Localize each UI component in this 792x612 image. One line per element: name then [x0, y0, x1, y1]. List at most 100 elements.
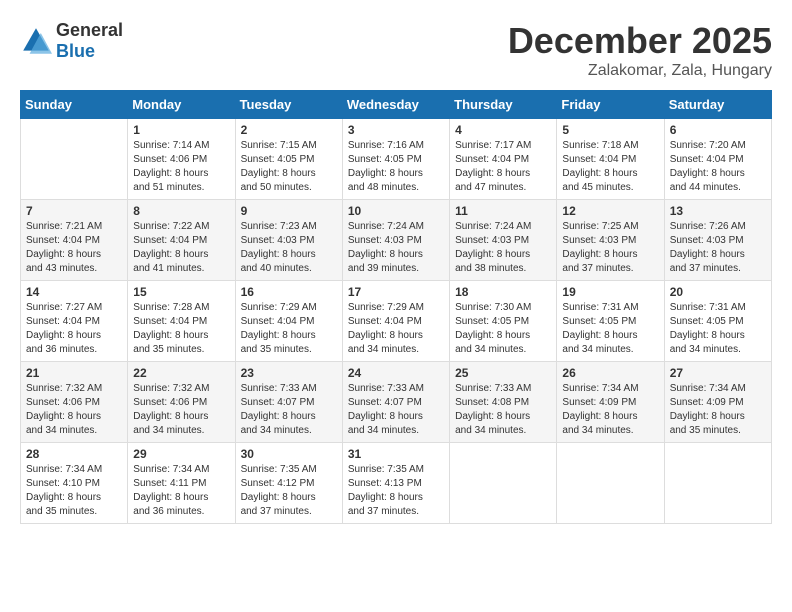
calendar-cell	[21, 119, 128, 200]
day-number: 15	[133, 285, 229, 299]
calendar-cell: 12 Sunrise: 7:25 AMSunset: 4:03 PMDayligh…	[557, 200, 664, 281]
calendar-cell: 4 Sunrise: 7:17 AMSunset: 4:04 PMDaylight…	[450, 119, 557, 200]
calendar-cell: 3 Sunrise: 7:16 AMSunset: 4:05 PMDaylight…	[342, 119, 449, 200]
calendar-cell	[664, 443, 771, 524]
week-row-4: 28 Sunrise: 7:34 AMSunset: 4:10 PMDayligh…	[21, 443, 772, 524]
weekday-header-row: SundayMondayTuesdayWednesdayThursdayFrid…	[21, 91, 772, 119]
weekday-wednesday: Wednesday	[342, 91, 449, 119]
day-info: Sunrise: 7:34 AMSunset: 4:09 PMDaylight:…	[670, 382, 766, 438]
calendar-cell: 18 Sunrise: 7:30 AMSunset: 4:05 PMDayligh…	[450, 281, 557, 362]
calendar-cell: 20Sunrise: 7:31 AMSunset: 4:05 PMDayligh…	[664, 281, 771, 362]
day-info: Sunrise: 7:28 AMSunset: 4:04 PMDaylight:…	[133, 301, 229, 357]
day-number: 8	[133, 204, 229, 218]
day-number: 31	[348, 447, 444, 461]
week-row-3: 21Sunrise: 7:32 AMSunset: 4:06 PMDayligh…	[21, 362, 772, 443]
calendar-cell: 24Sunrise: 7:33 AMSunset: 4:07 PMDayligh…	[342, 362, 449, 443]
weekday-friday: Friday	[557, 91, 664, 119]
day-info: Sunrise: 7:29 AMSunset: 4:04 PMDaylight:…	[348, 301, 444, 357]
logo-icon	[20, 25, 52, 57]
weekday-thursday: Thursday	[450, 91, 557, 119]
calendar-cell: 2 Sunrise: 7:15 AMSunset: 4:05 PMDaylight…	[235, 119, 342, 200]
day-info: Sunrise: 7:25 AMSunset: 4:03 PMDaylight:…	[562, 220, 658, 276]
day-info: Sunrise: 7:32 AMSunset: 4:06 PMDaylight:…	[26, 382, 122, 438]
day-info: Sunrise: 7:34 AMSunset: 4:10 PMDaylight:…	[26, 463, 122, 519]
day-number: 2	[241, 123, 337, 137]
day-info: Sunrise: 7:17 AMSunset: 4:04 PMDaylight:…	[455, 139, 551, 195]
calendar-cell: 17 Sunrise: 7:29 AMSunset: 4:04 PMDayligh…	[342, 281, 449, 362]
calendar-cell: 15 Sunrise: 7:28 AMSunset: 4:04 PMDayligh…	[128, 281, 235, 362]
day-info: Sunrise: 7:24 AMSunset: 4:03 PMDaylight:…	[455, 220, 551, 276]
day-info: Sunrise: 7:23 AMSunset: 4:03 PMDaylight:…	[241, 220, 337, 276]
day-number: 26	[562, 366, 658, 380]
day-info: Sunrise: 7:31 AMSunset: 4:05 PMDaylight:…	[562, 301, 658, 357]
calendar-cell: 6 Sunrise: 7:20 AMSunset: 4:04 PMDaylight…	[664, 119, 771, 200]
day-number: 10	[348, 204, 444, 218]
calendar-cell: 21Sunrise: 7:32 AMSunset: 4:06 PMDayligh…	[21, 362, 128, 443]
week-row-0: 1Sunrise: 7:14 AMSunset: 4:06 PMDaylight…	[21, 119, 772, 200]
title-block: December 2025 Zalakomar, Zala, Hungary	[508, 20, 772, 80]
calendar-cell: 1Sunrise: 7:14 AMSunset: 4:06 PMDaylight…	[128, 119, 235, 200]
day-number: 3	[348, 123, 444, 137]
day-info: Sunrise: 7:31 AMSunset: 4:05 PMDaylight:…	[670, 301, 766, 357]
calendar-body: 1Sunrise: 7:14 AMSunset: 4:06 PMDaylight…	[21, 119, 772, 524]
calendar-cell: 26 Sunrise: 7:34 AMSunset: 4:09 PMDayligh…	[557, 362, 664, 443]
calendar-cell: 5Sunrise: 7:18 AMSunset: 4:04 PMDaylight…	[557, 119, 664, 200]
day-info: Sunrise: 7:35 AMSunset: 4:12 PMDaylight:…	[241, 463, 337, 519]
calendar-cell: 10 Sunrise: 7:24 AMSunset: 4:03 PMDayligh…	[342, 200, 449, 281]
logo-text-general: General	[56, 20, 123, 40]
day-info: Sunrise: 7:16 AMSunset: 4:05 PMDaylight:…	[348, 139, 444, 195]
day-number: 29	[133, 447, 229, 461]
day-info: Sunrise: 7:24 AMSunset: 4:03 PMDaylight:…	[348, 220, 444, 276]
day-info: Sunrise: 7:27 AMSunset: 4:04 PMDaylight:…	[26, 301, 122, 357]
day-number: 27	[670, 366, 766, 380]
day-number: 4	[455, 123, 551, 137]
day-number: 28	[26, 447, 122, 461]
day-number: 25	[455, 366, 551, 380]
calendar-cell	[557, 443, 664, 524]
calendar-cell	[450, 443, 557, 524]
day-info: Sunrise: 7:14 AMSunset: 4:06 PMDaylight:…	[133, 139, 229, 195]
week-row-2: 14Sunrise: 7:27 AMSunset: 4:04 PMDayligh…	[21, 281, 772, 362]
calendar-cell: 27 Sunrise: 7:34 AMSunset: 4:09 PMDayligh…	[664, 362, 771, 443]
day-info: Sunrise: 7:34 AMSunset: 4:09 PMDaylight:…	[562, 382, 658, 438]
day-info: Sunrise: 7:21 AMSunset: 4:04 PMDaylight:…	[26, 220, 122, 276]
calendar-cell: 22Sunrise: 7:32 AMSunset: 4:06 PMDayligh…	[128, 362, 235, 443]
week-row-1: 7Sunrise: 7:21 AMSunset: 4:04 PMDaylight…	[21, 200, 772, 281]
calendar-cell: 19 Sunrise: 7:31 AMSunset: 4:05 PMDayligh…	[557, 281, 664, 362]
day-info: Sunrise: 7:20 AMSunset: 4:04 PMDaylight:…	[670, 139, 766, 195]
day-number: 9	[241, 204, 337, 218]
calendar-cell: 16Sunrise: 7:29 AMSunset: 4:04 PMDayligh…	[235, 281, 342, 362]
calendar-table: SundayMondayTuesdayWednesdayThursdayFrid…	[20, 90, 772, 524]
weekday-monday: Monday	[128, 91, 235, 119]
calendar-cell: 31 Sunrise: 7:35 AMSunset: 4:13 PMDayligh…	[342, 443, 449, 524]
day-number: 6	[670, 123, 766, 137]
day-number: 18	[455, 285, 551, 299]
day-number: 13	[670, 204, 766, 218]
day-number: 19	[562, 285, 658, 299]
weekday-tuesday: Tuesday	[235, 91, 342, 119]
weekday-saturday: Saturday	[664, 91, 771, 119]
page-header: General Blue December 2025 Zalakomar, Za…	[20, 20, 772, 80]
month-title: December 2025	[508, 20, 772, 62]
day-info: Sunrise: 7:30 AMSunset: 4:05 PMDaylight:…	[455, 301, 551, 357]
calendar-cell: 25 Sunrise: 7:33 AMSunset: 4:08 PMDayligh…	[450, 362, 557, 443]
day-info: Sunrise: 7:34 AMSunset: 4:11 PMDaylight:…	[133, 463, 229, 519]
calendar-cell: 28 Sunrise: 7:34 AMSunset: 4:10 PMDayligh…	[21, 443, 128, 524]
day-number: 17	[348, 285, 444, 299]
calendar-cell: 14Sunrise: 7:27 AMSunset: 4:04 PMDayligh…	[21, 281, 128, 362]
day-info: Sunrise: 7:33 AMSunset: 4:08 PMDaylight:…	[455, 382, 551, 438]
day-info: Sunrise: 7:35 AMSunset: 4:13 PMDaylight:…	[348, 463, 444, 519]
calendar-cell: 11 Sunrise: 7:24 AMSunset: 4:03 PMDayligh…	[450, 200, 557, 281]
day-number: 23	[241, 366, 337, 380]
day-info: Sunrise: 7:33 AMSunset: 4:07 PMDaylight:…	[348, 382, 444, 438]
calendar-cell: 8Sunrise: 7:22 AMSunset: 4:04 PMDaylight…	[128, 200, 235, 281]
day-info: Sunrise: 7:15 AMSunset: 4:05 PMDaylight:…	[241, 139, 337, 195]
day-number: 16	[241, 285, 337, 299]
calendar-cell: 7Sunrise: 7:21 AMSunset: 4:04 PMDaylight…	[21, 200, 128, 281]
day-info: Sunrise: 7:26 AMSunset: 4:03 PMDaylight:…	[670, 220, 766, 276]
day-info: Sunrise: 7:33 AMSunset: 4:07 PMDaylight:…	[241, 382, 337, 438]
day-number: 11	[455, 204, 551, 218]
calendar-cell: 29 Sunrise: 7:34 AMSunset: 4:11 PMDayligh…	[128, 443, 235, 524]
day-info: Sunrise: 7:32 AMSunset: 4:06 PMDaylight:…	[133, 382, 229, 438]
day-number: 12	[562, 204, 658, 218]
